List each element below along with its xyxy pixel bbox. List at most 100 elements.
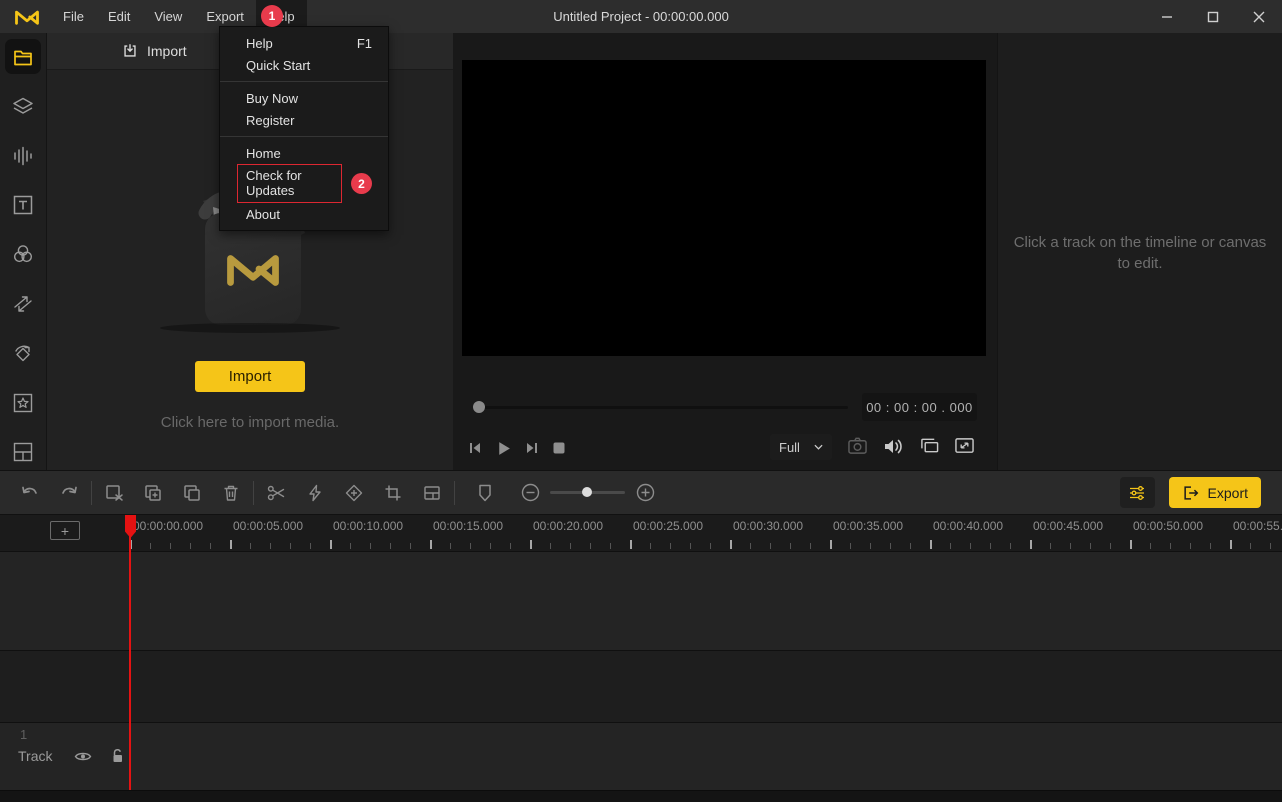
preview-panel: 00 : 00 : 00 . 000 Full	[453, 33, 997, 470]
sidebar-item-animation[interactable]	[5, 336, 41, 371]
layout-button[interactable]	[422, 483, 442, 503]
split-scissors-button[interactable]	[266, 483, 286, 503]
speed-button[interactable]	[305, 483, 325, 503]
left-sidebar	[0, 33, 47, 470]
ruler-tick	[1110, 543, 1111, 549]
preview-zoom-select[interactable]: Full	[770, 434, 832, 460]
sidebar-item-transitions[interactable]	[5, 286, 41, 321]
playhead-line[interactable]	[129, 515, 131, 790]
timeline-track-row-2[interactable]	[0, 650, 1282, 722]
annotation-badge-1: 1	[261, 5, 283, 27]
ruler-label: 00:00:40.000	[933, 519, 1003, 533]
help-menu-item-register[interactable]: Register	[220, 109, 388, 131]
window-title: Untitled Project - 00:00:00.000	[553, 9, 729, 24]
ruler-tick	[150, 543, 151, 549]
ruler-label: 00:00:50.000	[1133, 519, 1203, 533]
help-menu-item-home[interactable]: Home	[220, 142, 388, 164]
menu-view[interactable]: View	[142, 0, 194, 33]
add-track-button[interactable]: +	[50, 521, 80, 540]
video-canvas[interactable]	[462, 60, 986, 356]
close-button[interactable]	[1236, 0, 1282, 33]
fullscreen-button[interactable]	[954, 436, 975, 455]
ruler-tick	[1070, 543, 1071, 549]
annotation-badge-2: 2	[351, 173, 372, 194]
redo-button[interactable]	[59, 483, 79, 503]
sidebar-item-text[interactable]	[5, 187, 41, 222]
ruler-tick	[990, 543, 991, 549]
sidebar-item-audio[interactable]	[5, 138, 41, 173]
menu-edit[interactable]: Edit	[96, 0, 142, 33]
minimize-button[interactable]	[1144, 0, 1190, 33]
ruler-label: 00:00:55.000	[1233, 519, 1282, 533]
menu-item-label: About	[246, 207, 280, 222]
timeline-track-row-3[interactable]	[0, 722, 1282, 790]
timeline-zoom-out-button[interactable]	[520, 483, 540, 502]
help-menu-item-buy-now[interactable]: Buy Now	[220, 87, 388, 109]
transitions-icon	[12, 293, 34, 315]
ruler-label: 00:00:35.000	[833, 519, 903, 533]
track-lock-toggle[interactable]	[111, 748, 124, 764]
menu-file[interactable]: File	[51, 0, 96, 33]
sidebar-item-effects[interactable]	[5, 385, 41, 420]
dual-screen-button[interactable]	[919, 436, 940, 455]
seek-track[interactable]	[478, 406, 848, 409]
volume-button[interactable]	[882, 436, 904, 456]
help-menu-item-quick-start[interactable]: Quick Start	[220, 54, 388, 76]
play-button[interactable]	[495, 440, 512, 457]
duplicate-button[interactable]	[143, 483, 163, 503]
timeline-zoom-slider[interactable]	[550, 491, 625, 494]
sidebar-item-filters[interactable]	[5, 237, 41, 272]
ruler-tick	[790, 543, 791, 549]
export-button[interactable]: Export	[1169, 477, 1261, 508]
title-bar: FileEditViewExportHelp Untitled Project …	[0, 0, 1282, 33]
timeline-zoom-handle[interactable]	[582, 487, 592, 497]
crop-button[interactable]	[383, 483, 403, 503]
help-menu-item-help[interactable]: HelpF1	[220, 32, 388, 54]
marker-button[interactable]	[475, 483, 495, 503]
menu-item-label: Buy Now	[246, 91, 298, 106]
previous-frame-button[interactable]	[467, 440, 483, 456]
seek-handle[interactable]	[473, 401, 485, 413]
timeline-ruler[interactable]: + 00:00:00.00000:00:05.00000:00:10.00000…	[0, 515, 1282, 551]
ruler-tick	[770, 543, 771, 549]
ruler-tick	[1230, 540, 1232, 549]
copy-button[interactable]	[182, 483, 202, 503]
properties-panel: Click a track on the timeline or canvas …	[997, 33, 1282, 470]
ruler-tick	[490, 543, 491, 549]
undo-button[interactable]	[20, 483, 40, 503]
sidebar-item-layers[interactable]	[5, 88, 41, 123]
animation-icon	[12, 342, 34, 364]
maximize-button[interactable]	[1190, 0, 1236, 33]
export-settings-button[interactable]	[1120, 477, 1155, 508]
ruler-tick	[950, 543, 951, 549]
ruler-tick	[1190, 543, 1191, 549]
help-dropdown-menu: HelpF1Quick Start Buy Now Register HomeChec…	[219, 26, 389, 231]
timeline-horizontal-scrollbar[interactable]	[0, 790, 1282, 802]
timeline-zoom-in-button[interactable]	[635, 483, 655, 502]
snapshot-camera-button[interactable]	[847, 436, 868, 455]
ruler-tick	[730, 540, 732, 549]
keyframe-button[interactable]	[344, 483, 364, 503]
window-controls	[1144, 0, 1282, 33]
timecode-display: 00 : 00 : 00 . 000	[862, 393, 977, 421]
menu-separator	[220, 81, 388, 82]
track-visibility-toggle[interactable]	[74, 750, 92, 763]
track-header: Track	[18, 748, 124, 764]
toolbar-divider	[91, 481, 92, 505]
ruler-label: 00:00:05.000	[233, 519, 303, 533]
sidebar-item-split-screen[interactable]	[5, 435, 41, 470]
import-button[interactable]: Import	[195, 361, 305, 392]
cut-out-button[interactable]	[104, 483, 124, 503]
help-menu-item-about[interactable]: About	[220, 203, 388, 225]
ruler-tick	[590, 543, 591, 549]
ruler-tick	[350, 543, 351, 549]
sidebar-item-media[interactable]	[5, 39, 41, 74]
ruler-tick	[230, 540, 232, 549]
next-frame-button[interactable]	[524, 440, 540, 456]
timeline-track-row-1[interactable]	[0, 551, 1282, 650]
delete-button[interactable]	[221, 483, 241, 503]
help-menu-item-check-for-updates[interactable]: Check for Updates2	[220, 164, 388, 203]
stop-button[interactable]	[552, 441, 566, 455]
ruler-label: 00:00:45.000	[1033, 519, 1103, 533]
import-tab[interactable]: Import	[121, 42, 187, 60]
